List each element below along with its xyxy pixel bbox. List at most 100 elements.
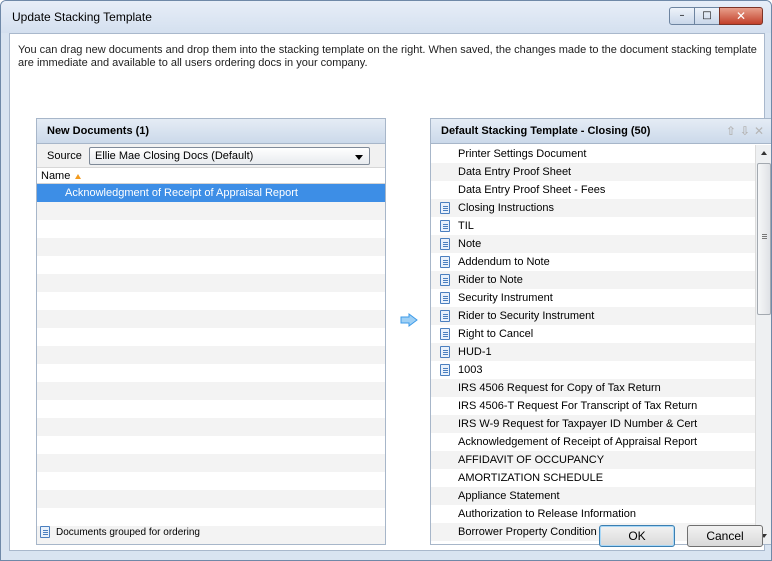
template-item[interactable]: HUD-1 [431, 343, 756, 361]
empty-row [37, 364, 385, 382]
empty-row [37, 418, 385, 436]
source-dropdown[interactable]: Ellie Mae Closing Docs (Default) [89, 147, 370, 165]
grouped-document-icon [440, 310, 450, 322]
empty-row [37, 400, 385, 418]
grouped-document-icon [440, 256, 450, 268]
template-item-label: Right to Cancel [458, 328, 534, 340]
empty-row [37, 202, 385, 220]
template-item[interactable]: Closing Instructions [431, 199, 756, 217]
template-item-label: Acknowledgement of Receipt of Appraisal … [458, 436, 698, 448]
empty-row [37, 328, 385, 346]
maximize-button[interactable]: □ [694, 7, 720, 25]
template-item[interactable]: Security Instrument [431, 289, 756, 307]
template-item[interactable]: Data Entry Proof Sheet [431, 163, 756, 181]
template-item[interactable]: Appliance Statement [431, 487, 756, 505]
template-item[interactable]: Acknowledgement of Receipt of Appraisal … [431, 433, 756, 451]
update-stacking-template-dialog: Update Stacking Template – □ ✕ You can d… [0, 0, 772, 561]
empty-row [37, 220, 385, 238]
template-item[interactable]: IRS 4506 Request for Copy of Tax Return [431, 379, 756, 397]
title-bar[interactable]: Update Stacking Template – □ ✕ [1, 1, 771, 33]
move-up-icon[interactable]: ⇧ [726, 124, 736, 138]
source-label: Source [47, 150, 82, 162]
dialog-body: You can drag new documents and drop them… [9, 33, 771, 551]
template-item-label: Appliance Statement [458, 490, 560, 502]
empty-row [37, 310, 385, 328]
scroll-up-icon[interactable] [761, 151, 767, 155]
vertical-scrollbar[interactable] [755, 145, 771, 544]
list-item-label: Acknowledgment of Receipt of Appraisal R… [65, 187, 298, 199]
legend-text: Documents grouped for ordering [56, 527, 200, 538]
new-documents-panel: New Documents (1) Source Ellie Mae Closi… [36, 118, 386, 545]
intro-text: You can drag new documents and drop them… [18, 44, 757, 69]
template-item-label: IRS 4506-T Request For Transcript of Tax… [458, 400, 698, 412]
template-item-label: AFFIDAVIT OF OCCUPANCY [458, 454, 605, 466]
template-item-label: Rider to Security Instrument [458, 310, 595, 322]
template-item-label: AMORTIZATION SCHEDULE [458, 472, 604, 484]
template-item[interactable]: IRS 4506-T Request For Transcript of Tax… [431, 397, 756, 415]
minimize-icon: – [679, 10, 685, 21]
empty-row [37, 292, 385, 310]
new-documents-list[interactable]: Acknowledgment of Receipt of Appraisal R… [37, 184, 385, 544]
grouped-document-icon [440, 274, 450, 286]
name-column-header[interactable]: Name [37, 168, 385, 184]
empty-row [37, 436, 385, 454]
grouped-document-icon [440, 202, 450, 214]
template-item[interactable]: AMORTIZATION SCHEDULE [431, 469, 756, 487]
name-column-label: Name [41, 170, 71, 182]
grouped-document-icon [440, 292, 450, 304]
maximize-icon: □ [702, 10, 712, 21]
template-item-label: Security Instrument [458, 292, 553, 304]
template-item[interactable]: Note [431, 235, 756, 253]
empty-row [37, 256, 385, 274]
empty-row [37, 508, 385, 526]
template-item[interactable]: Rider to Security Instrument [431, 307, 756, 325]
close-icon: ✕ [735, 9, 747, 23]
template-item[interactable]: AFFIDAVIT OF OCCUPANCY [431, 451, 756, 469]
template-item[interactable]: IRS W-9 Request for Taxpayer ID Number &… [431, 415, 756, 433]
template-item[interactable]: Right to Cancel [431, 325, 756, 343]
template-item-label: Data Entry Proof Sheet - Fees [458, 184, 606, 196]
chevron-down-icon [355, 155, 363, 160]
new-documents-title: New Documents (1) [47, 125, 150, 137]
template-item-label: IRS W-9 Request for Taxpayer ID Number &… [458, 418, 698, 430]
empty-row [37, 454, 385, 472]
move-right-arrow-icon [400, 313, 418, 327]
template-item-label: TIL [458, 220, 474, 232]
template-item-label: HUD-1 [458, 346, 492, 358]
list-item[interactable]: Acknowledgment of Receipt of Appraisal R… [37, 184, 385, 202]
grouped-document-icon [440, 346, 450, 358]
stacking-template-list[interactable]: Printer Settings Document Data Entry Proo… [431, 145, 756, 544]
template-item[interactable]: Addendum to Note [431, 253, 756, 271]
empty-row [37, 472, 385, 490]
grouped-document-icon [440, 328, 450, 340]
template-item[interactable]: Rider to Note [431, 271, 756, 289]
ok-button[interactable]: OK [599, 525, 675, 547]
stacking-template-panel: Default Stacking Template - Closing (50)… [430, 118, 771, 545]
template-item[interactable]: Authorization to Release Information [431, 505, 756, 523]
grouped-document-icon [440, 238, 450, 250]
grouped-document-icon [40, 526, 50, 538]
empty-row [37, 490, 385, 508]
template-item-label: IRS 4506 Request for Copy of Tax Return [458, 382, 661, 394]
empty-row [37, 382, 385, 400]
minimize-button[interactable]: – [669, 7, 695, 25]
stacking-template-header: Default Stacking Template - Closing (50)… [431, 119, 771, 144]
stacking-template-title: Default Stacking Template - Closing (50) [441, 125, 651, 137]
template-item[interactable]: TIL [431, 217, 756, 235]
template-item-label: Data Entry Proof Sheet [458, 166, 572, 178]
grouped-document-icon [440, 220, 450, 232]
template-item[interactable]: 1003 [431, 361, 756, 379]
template-item[interactable]: Printer Settings Document [431, 145, 756, 163]
remove-icon[interactable]: ✕ [754, 124, 764, 138]
template-item[interactable]: Data Entry Proof Sheet - Fees [431, 181, 756, 199]
new-documents-header: New Documents (1) [37, 119, 385, 144]
cancel-button[interactable]: Cancel [687, 525, 763, 547]
grip-icon [762, 234, 767, 235]
empty-row [37, 274, 385, 292]
template-item-label: Rider to Note [458, 274, 523, 286]
close-button[interactable]: ✕ [719, 7, 763, 25]
scrollbar-thumb[interactable] [757, 163, 771, 315]
template-item-label: Closing Instructions [458, 202, 554, 214]
move-down-icon[interactable]: ⇩ [740, 124, 750, 138]
grouped-document-icon [440, 364, 450, 376]
